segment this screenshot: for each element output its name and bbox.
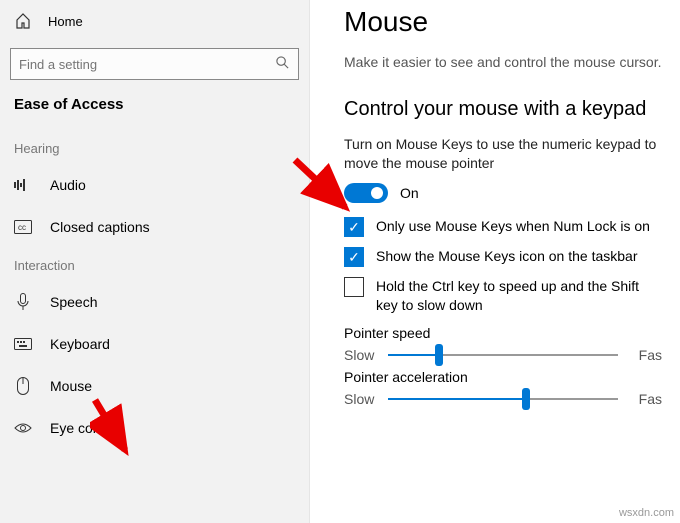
home-nav[interactable]: Home [0, 0, 309, 42]
section-desc: Turn on Mouse Keys to use the numeric ke… [344, 135, 662, 173]
slider-max-label: Fas [628, 391, 662, 407]
check-icon: ✓ [348, 250, 360, 264]
slider-min-label: Slow [344, 391, 378, 407]
sidebar-item-label: Eye control [50, 420, 120, 436]
category-title: Ease of Access [0, 90, 309, 131]
check-label: Hold the Ctrl key to speed up and the Sh… [376, 277, 662, 315]
slider-title: Pointer acceleration [344, 369, 662, 385]
sidebar: Home Ease of Access Hearing Audio cc Clo… [0, 0, 310, 523]
group-hearing: Hearing [0, 131, 309, 164]
slider-row: Slow Fas [344, 347, 662, 363]
sidebar-item-speech[interactable]: Speech [0, 281, 309, 323]
sidebar-item-audio[interactable]: Audio [0, 164, 309, 206]
sidebar-item-label: Mouse [50, 378, 92, 394]
search-input[interactable] [19, 57, 275, 72]
check-taskbar[interactable]: ✓ [344, 247, 364, 267]
check-label: Only use Mouse Keys when Num Lock is on [376, 217, 650, 236]
content-pane: Mouse Make it easier to see and control … [310, 0, 680, 523]
page-subtitle: Make it easier to see and control the mo… [344, 54, 662, 70]
closed-captions-icon: cc [14, 218, 32, 236]
sidebar-item-label: Keyboard [50, 336, 110, 352]
check-numlock[interactable]: ✓ [344, 217, 364, 237]
slider-title: Pointer speed [344, 325, 662, 341]
check-taskbar-row: ✓ Show the Mouse Keys icon on the taskba… [344, 247, 662, 267]
sidebar-item-keyboard[interactable]: Keyboard [0, 323, 309, 365]
slider-fill [388, 398, 526, 400]
search-icon [275, 55, 290, 73]
search-row [0, 42, 309, 90]
slider-fill [388, 354, 439, 356]
page-title: Mouse [344, 6, 662, 38]
slider-thumb[interactable] [435, 344, 443, 366]
audio-icon [14, 176, 32, 194]
toggle-state-label: On [400, 185, 419, 201]
home-label: Home [48, 14, 83, 29]
sidebar-item-eye-control[interactable]: Eye control [0, 407, 309, 449]
check-ctrlshift-row: Hold the Ctrl key to speed up and the Sh… [344, 277, 662, 315]
sidebar-item-closed-captions[interactable]: cc Closed captions [0, 206, 309, 248]
mouse-keys-toggle[interactable] [344, 183, 388, 203]
eye-icon [14, 419, 32, 437]
home-icon [14, 12, 32, 30]
slider-row: Slow Fas [344, 391, 662, 407]
group-interaction: Interaction [0, 248, 309, 281]
slider-max-label: Fas [628, 347, 662, 363]
svg-text:cc: cc [18, 223, 26, 232]
watermark: wsxdn.com [619, 507, 674, 519]
pointer-speed-slider[interactable] [388, 354, 618, 356]
check-ctrlshift[interactable] [344, 277, 364, 297]
keyboard-icon [14, 335, 32, 353]
slider-min-label: Slow [344, 347, 378, 363]
check-label: Show the Mouse Keys icon on the taskbar [376, 247, 637, 266]
check-icon: ✓ [348, 220, 360, 234]
check-numlock-row: ✓ Only use Mouse Keys when Num Lock is o… [344, 217, 662, 237]
sidebar-item-label: Speech [50, 294, 97, 310]
slider-thumb[interactable] [522, 388, 530, 410]
section-heading: Control your mouse with a keypad [344, 98, 662, 121]
pointer-speed-block: Pointer speed Slow Fas [344, 325, 662, 363]
sidebar-item-mouse[interactable]: Mouse [0, 365, 309, 407]
search-box[interactable] [10, 48, 299, 80]
sidebar-item-label: Audio [50, 177, 86, 193]
mouse-keys-toggle-row: On [344, 183, 662, 203]
pointer-accel-block: Pointer acceleration Slow Fas [344, 369, 662, 407]
microphone-icon [14, 293, 32, 311]
pointer-accel-slider[interactable] [388, 398, 618, 400]
toggle-knob [371, 187, 383, 199]
mouse-icon [14, 377, 32, 395]
sidebar-item-label: Closed captions [50, 219, 150, 235]
